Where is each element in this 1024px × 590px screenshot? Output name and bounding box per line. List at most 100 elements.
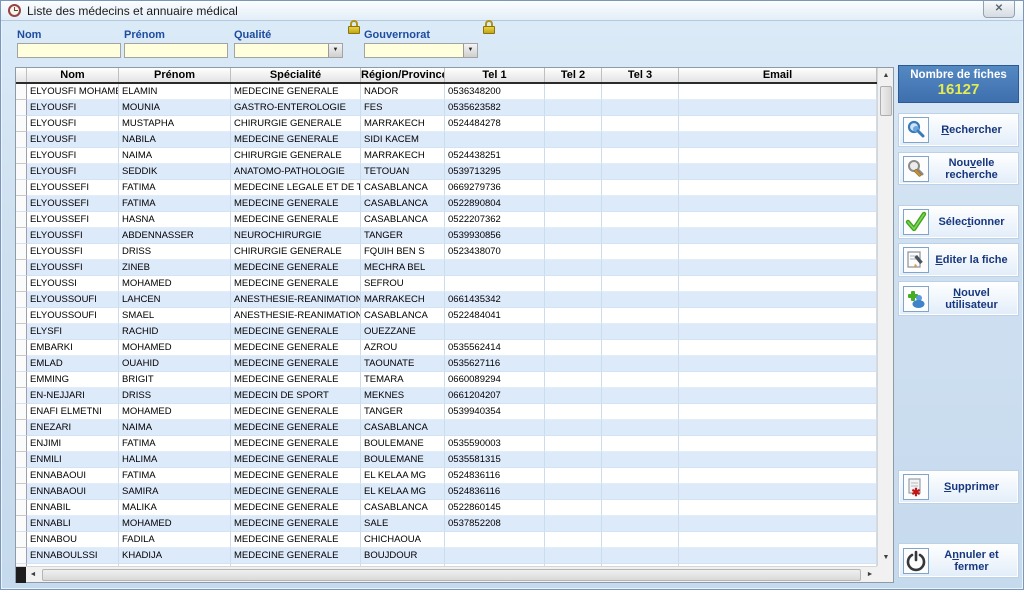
cell[interactable]: MEDECINE GENERALE (231, 84, 361, 100)
cell[interactable]: ENNABOULSSI (27, 548, 119, 564)
column-header[interactable]: Tel 1 (445, 68, 545, 82)
cell[interactable] (602, 532, 679, 548)
cell[interactable] (545, 452, 602, 468)
cell[interactable]: BOULEMANE (361, 452, 445, 468)
cell[interactable] (679, 372, 877, 388)
cell[interactable]: KHADIJA (119, 548, 231, 564)
nom-input[interactable] (17, 43, 121, 58)
cell[interactable]: SIDI KACEM (361, 132, 445, 148)
cell[interactable] (602, 452, 679, 468)
table-row[interactable]: ENNABLIMOHAMEDMEDECINE GENERALESALE05378… (16, 516, 877, 532)
cell[interactable] (602, 244, 679, 260)
cell[interactable] (602, 484, 679, 500)
cell[interactable]: CHIRURGIE GENERALE (231, 244, 361, 260)
cell[interactable] (602, 372, 679, 388)
cell[interactable] (602, 468, 679, 484)
cell[interactable]: TANGER (361, 228, 445, 244)
table-row[interactable]: ENMILIHALIMAMEDECINE GENERALEBOULEMANE05… (16, 452, 877, 468)
cell[interactable]: ELYOUSSOUFI (27, 292, 119, 308)
cell[interactable] (545, 164, 602, 180)
cell[interactable]: 0524484278 (445, 116, 545, 132)
cell[interactable] (679, 356, 877, 372)
cell[interactable] (545, 196, 602, 212)
cell[interactable] (602, 356, 679, 372)
table-row[interactable]: ELYOUSSIMOHAMEDMEDECINE GENERALESEFROU (16, 276, 877, 292)
cell[interactable]: 0539940354 (445, 404, 545, 420)
cell[interactable]: NAIMA (119, 420, 231, 436)
cell[interactable]: MALIKA (119, 500, 231, 516)
cell[interactable]: ZINEB (119, 260, 231, 276)
cell[interactable]: ELYOUSSFI (27, 228, 119, 244)
cell[interactable] (679, 228, 877, 244)
cell[interactable] (545, 132, 602, 148)
column-header[interactable]: Nom (27, 68, 119, 82)
cell[interactable]: MEDECINE GENERALE (231, 212, 361, 228)
row-selector[interactable] (16, 148, 27, 164)
table-row[interactable]: ELYOUSSOUFILAHCENANESTHESIE-REANIMATIONM… (16, 292, 877, 308)
row-selector[interactable] (16, 276, 27, 292)
cell[interactable]: MEDECINE GENERALE (231, 452, 361, 468)
cell[interactable] (545, 180, 602, 196)
cell[interactable] (445, 260, 545, 276)
row-selector[interactable] (16, 468, 27, 484)
selectionner-button[interactable]: Sélectionner (898, 205, 1019, 239)
cell[interactable]: 0524836116 (445, 484, 545, 500)
cell[interactable]: 0535581315 (445, 452, 545, 468)
table-row[interactable]: ENNABAOUISAMIRAMEDECINE GENERALEEL KELAA… (16, 484, 877, 500)
cell[interactable]: MEDECINE GENERALE (231, 276, 361, 292)
cell[interactable] (679, 244, 877, 260)
cell[interactable]: DRISS (119, 388, 231, 404)
column-header[interactable]: Tel 3 (602, 68, 679, 82)
cell[interactable] (545, 308, 602, 324)
nouvel-utilisateur-button[interactable]: Nouvel utilisateur (898, 281, 1019, 316)
cell[interactable]: NEUROCHIRURGIE (231, 228, 361, 244)
cell[interactable] (545, 500, 602, 516)
gouvernorat-lock-icon[interactable] (482, 20, 496, 35)
cell[interactable]: TEMARA (361, 372, 445, 388)
cell[interactable]: ABDENNASSER (119, 228, 231, 244)
nouvelle-recherche-button[interactable]: Nouvelle recherche (898, 152, 1019, 185)
editer-button[interactable]: Editer la fiche (898, 243, 1019, 277)
cell[interactable] (679, 452, 877, 468)
cell[interactable]: 0522890804 (445, 196, 545, 212)
cell[interactable] (679, 148, 877, 164)
cell[interactable] (545, 260, 602, 276)
cell[interactable] (545, 340, 602, 356)
cell[interactable]: FATIMA (119, 468, 231, 484)
cell[interactable]: LAHCEN (119, 292, 231, 308)
cell[interactable] (679, 436, 877, 452)
cell[interactable] (602, 420, 679, 436)
cell[interactable]: 0539930856 (445, 228, 545, 244)
cell[interactable] (679, 196, 877, 212)
cell[interactable]: MEDECINE GENERALE (231, 324, 361, 340)
cell[interactable]: ENNABAOUI (27, 484, 119, 500)
cell[interactable] (602, 388, 679, 404)
cell[interactable]: MEDECINE LEGALE ET DE TRAVA (231, 180, 361, 196)
cell[interactable]: 0522860145 (445, 500, 545, 516)
cell[interactable]: CASABLANCA (361, 180, 445, 196)
cell[interactable]: ENNABIL (27, 500, 119, 516)
cell[interactable] (602, 436, 679, 452)
table-row[interactable]: ELYOUSSEFIFATIMAMEDECINE LEGALE ET DE TR… (16, 180, 877, 196)
row-selector[interactable] (16, 212, 27, 228)
chevron-down-icon[interactable]: ▼ (463, 44, 477, 57)
cell[interactable]: OUAHID (119, 356, 231, 372)
cell[interactable]: ELYOUSFI (27, 164, 119, 180)
cell[interactable] (679, 180, 877, 196)
column-header[interactable]: Email (679, 68, 877, 82)
cell[interactable]: ELYOUSSEFI (27, 196, 119, 212)
cell[interactable]: CASABLANCA (361, 212, 445, 228)
cell[interactable]: MEDECINE GENERALE (231, 484, 361, 500)
table-row[interactable]: ENJIMIFATIMAMEDECINE GENERALEBOULEMANE05… (16, 436, 877, 452)
cell[interactable]: ELYOUSSFI (27, 244, 119, 260)
close-button[interactable]: ✕ (983, 1, 1015, 18)
cell[interactable] (602, 196, 679, 212)
cell[interactable]: MOHAMED (119, 340, 231, 356)
table-row[interactable]: ELYOUSFINAIMACHIRURGIE GENERALEMARRAKECH… (16, 148, 877, 164)
table-row[interactable]: ENNABOULSSIKHADIJAMEDECINE GENERALEBOUJD… (16, 548, 877, 564)
column-header[interactable]: Tel 2 (545, 68, 602, 82)
cell[interactable]: 0522207362 (445, 212, 545, 228)
cell[interactable]: MEDECINE GENERALE (231, 132, 361, 148)
cell[interactable] (545, 324, 602, 340)
cell[interactable]: MARRAKECH (361, 116, 445, 132)
